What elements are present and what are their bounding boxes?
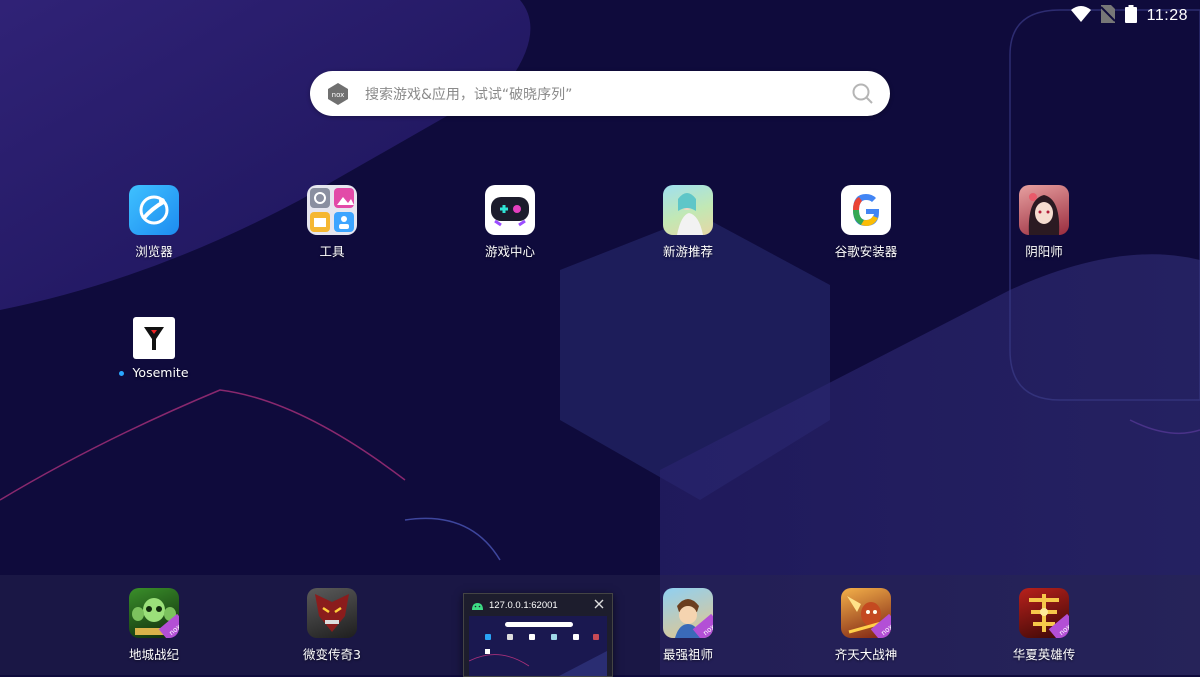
- wifi-icon: [1070, 6, 1091, 26]
- clock: 11:28: [1146, 7, 1188, 24]
- app-tools[interactable]: 工具: [272, 185, 392, 260]
- status-bar: 11:28: [1070, 0, 1200, 32]
- app-browser[interactable]: 浏览器: [94, 185, 214, 260]
- app-label: Yosemite: [132, 365, 189, 380]
- app-label: 浏览器: [135, 244, 173, 259]
- app-label: 最强祖师: [662, 647, 713, 662]
- legend3-game-icon: [307, 588, 357, 638]
- strongest-master-icon: nox: [663, 588, 713, 638]
- dock-app-legend3[interactable]: 微变传奇3: [272, 588, 392, 663]
- app-label: 齐天大战神: [834, 647, 898, 662]
- search-bar[interactable]: nox 搜索游戏&应用，试试“破晓序列”: [310, 71, 890, 116]
- app-label: 工具: [319, 244, 345, 259]
- yosemite-icon: [133, 317, 175, 359]
- app-label: 新游推荐: [662, 244, 713, 259]
- google-installer-icon: [841, 185, 891, 235]
- dungeon-game-icon: nox: [129, 588, 179, 638]
- app-label: 微变传奇3: [303, 647, 361, 662]
- no-sim-icon: [1099, 5, 1116, 27]
- dock-app-monkey-king[interactable]: nox 齐天大战神: [806, 588, 926, 663]
- app-label: 华夏英雄传: [1012, 647, 1076, 662]
- browser-icon: [129, 185, 179, 235]
- app-game-center[interactable]: 游戏中心: [450, 185, 570, 260]
- dock-app-huaxia-hero[interactable]: nox 华夏英雄传: [984, 588, 1104, 663]
- dock-app-strongest-master[interactable]: nox 最强祖师: [628, 588, 748, 663]
- search-icon[interactable]: [852, 83, 874, 105]
- app-label-row: Yosemite: [94, 365, 214, 380]
- search-placeholder[interactable]: 搜索游戏&应用，试试“破晓序列”: [365, 84, 852, 104]
- app-yosemite[interactable]: Yosemite: [94, 313, 214, 380]
- app-label: 游戏中心: [484, 244, 535, 259]
- android-icon: [472, 601, 483, 610]
- nox-logo-icon: nox: [327, 82, 349, 105]
- nox-logo-text: nox: [332, 91, 345, 99]
- battery-icon: [1124, 5, 1137, 27]
- app-new-games[interactable]: 新游推荐: [628, 185, 748, 260]
- task-window-titlebar[interactable]: 127.0.0.1:62001: [464, 594, 612, 616]
- app-label: 谷歌安装器: [834, 244, 898, 259]
- new-games-icon: [663, 185, 713, 235]
- app-google-installer[interactable]: 谷歌安装器: [806, 185, 926, 260]
- onmyoji-icon: [1019, 185, 1069, 235]
- huaxia-hero-icon: nox: [1019, 588, 1069, 638]
- game-center-icon: [485, 185, 535, 235]
- tools-folder-icon: [307, 185, 357, 235]
- app-label: 地城战纪: [128, 647, 179, 662]
- task-window[interactable]: 127.0.0.1:62001: [463, 593, 613, 677]
- app-label: 阴阳师: [1025, 244, 1063, 259]
- dock-app-dungeon[interactable]: nox 地城战纪: [94, 588, 214, 663]
- task-window-preview: [469, 616, 607, 676]
- close-icon[interactable]: [594, 599, 604, 612]
- task-window-title: 127.0.0.1:62001: [489, 599, 558, 611]
- app-onmyoji[interactable]: 阴阳师: [984, 185, 1104, 260]
- monkey-king-icon: nox: [841, 588, 891, 638]
- new-install-dot: [119, 371, 125, 376]
